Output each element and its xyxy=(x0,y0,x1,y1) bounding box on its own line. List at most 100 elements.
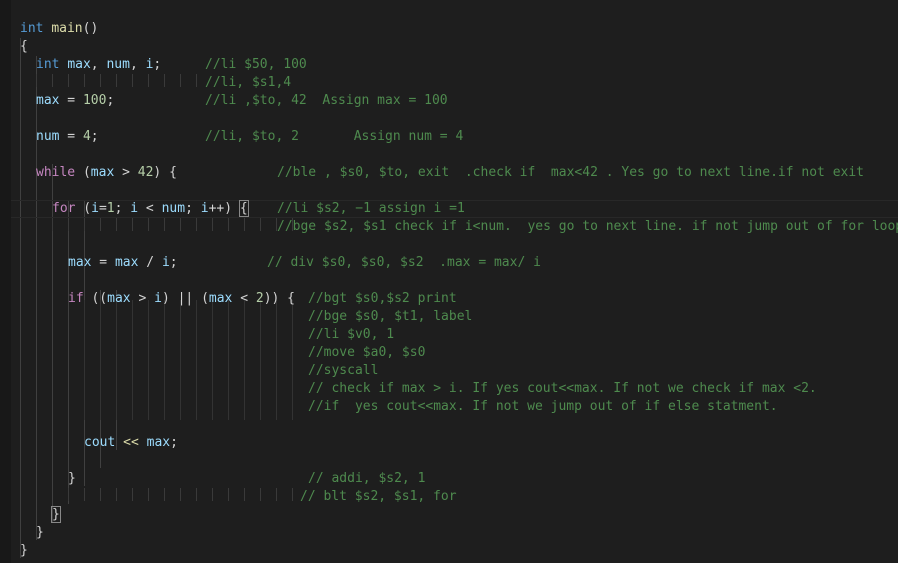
inline-comment: //bge $s2, $s1 check if i<num. yes go to… xyxy=(277,219,898,234)
code-line[interactable]: } xyxy=(0,506,898,524)
inline-comment: //li $s2, −1 assign i =1 xyxy=(277,201,465,216)
token: = xyxy=(98,201,107,216)
code-tokens: cout << max; xyxy=(84,434,178,452)
token: / xyxy=(138,255,162,270)
code-line[interactable]: int main() xyxy=(0,20,898,38)
code-line[interactable]: } // addi, $s2, 1 xyxy=(0,470,898,488)
token: ( xyxy=(193,291,209,306)
token: } xyxy=(68,471,76,486)
token: { xyxy=(20,39,28,54)
token: int xyxy=(20,21,44,36)
inline-comment: //li ,$to, 42 Assign max = 100 xyxy=(205,93,448,108)
token: = xyxy=(59,129,83,144)
token: max xyxy=(67,57,91,72)
code-tokens: int max, num, i; xyxy=(36,56,161,74)
inline-comment: //li $v0, 1 xyxy=(308,327,395,342)
bracket-match: { xyxy=(238,200,249,217)
code-tokens: } xyxy=(36,524,44,542)
token: i xyxy=(200,201,209,216)
code-line[interactable]: for (i=1; i < num; i++) {//li $s2, −1 as… xyxy=(0,200,898,218)
token: ( xyxy=(75,201,92,216)
token: < xyxy=(232,291,256,306)
code-line[interactable] xyxy=(0,272,898,290)
token: ++ xyxy=(208,201,225,216)
code-tokens: while (max > 42) { xyxy=(36,164,177,182)
code-line[interactable]: num = 4; //li, $to, 2 Assign num = 4 xyxy=(0,128,898,146)
code-line[interactable]: // check if max > i. If yes cout<<max. I… xyxy=(0,380,898,398)
token: max xyxy=(68,255,92,270)
inline-comment: //li $50, 100 xyxy=(205,57,307,72)
code-editor[interactable]: int main(){int max, num, i;//li $50, 100… xyxy=(0,0,898,563)
code-line[interactable]: { xyxy=(0,38,898,56)
code-line[interactable] xyxy=(0,146,898,164)
code-line[interactable] xyxy=(0,236,898,254)
code-tokens: max = 100; xyxy=(36,92,114,110)
token: i xyxy=(161,255,170,270)
token: } xyxy=(20,543,28,558)
token: ) xyxy=(224,201,240,216)
token: ; xyxy=(169,255,178,270)
token: 1 xyxy=(106,201,115,216)
code-line[interactable]: max = 100; //li ,$to, 42 Assign max = 100 xyxy=(0,92,898,110)
inline-comment: // addi, $s2, 1 xyxy=(308,471,426,486)
token: () xyxy=(82,21,99,36)
code-tokens: max = max / i; xyxy=(68,254,178,272)
token: , xyxy=(129,57,146,72)
code-line[interactable]: //li $v0, 1 xyxy=(0,326,898,344)
token: ; xyxy=(170,435,178,450)
inline-comment: //bgt $s0,$s2 print xyxy=(308,291,457,306)
token: i xyxy=(154,291,162,306)
token: max xyxy=(114,255,139,270)
inline-comment: //move $a0, $s0 xyxy=(308,345,426,360)
token: while xyxy=(36,165,76,180)
inline-comment: //bge $s0, $t1, label xyxy=(308,309,473,324)
token: << xyxy=(123,435,139,450)
code-line[interactable]: } xyxy=(0,542,898,560)
code-line[interactable]: //li, $s1,4 xyxy=(0,74,898,92)
code-line[interactable]: cout << max; xyxy=(0,434,898,452)
inline-comment: // check if max > i. If yes cout<<max. I… xyxy=(308,381,817,396)
token: cout xyxy=(84,435,116,450)
token: for xyxy=(52,201,76,216)
code-line[interactable]: //bge $s0, $t1, label xyxy=(0,308,898,326)
token: max xyxy=(146,435,171,450)
code-line[interactable]: //bge $s2, $s1 check if i<num. yes go to… xyxy=(0,218,898,236)
code-line[interactable] xyxy=(0,452,898,470)
code-line[interactable]: //move $a0, $s0 xyxy=(0,344,898,362)
token: > xyxy=(130,291,155,306)
inline-comment: //if yes cout<<max. If not we jump out o… xyxy=(308,399,778,414)
token: num xyxy=(36,129,60,144)
code-line[interactable]: //syscall xyxy=(0,362,898,380)
code-line[interactable]: max = max / i; // div $s0, $s0, $s2 .max … xyxy=(0,254,898,272)
code-line[interactable]: //if yes cout<<max. If not we jump out o… xyxy=(0,398,898,416)
token: , xyxy=(90,57,107,72)
token: || xyxy=(177,291,194,306)
token: = xyxy=(91,255,115,270)
token: ; xyxy=(106,93,115,108)
token: 2 xyxy=(255,291,264,306)
token: num xyxy=(106,57,130,72)
code-line[interactable]: } xyxy=(0,524,898,542)
token: num xyxy=(161,201,186,216)
token: } xyxy=(36,525,44,540)
code-line[interactable]: int max, num, i; //li $50, 100 xyxy=(0,56,898,74)
token: )) { xyxy=(263,291,296,306)
code-line[interactable]: // blt $s2, $s1, for xyxy=(0,488,898,506)
token: max xyxy=(208,291,233,306)
inline-comment: //ble , $s0, $to, exit .check if max<42 … xyxy=(277,165,864,180)
code-line[interactable] xyxy=(0,182,898,200)
token: ; xyxy=(153,57,162,72)
code-tokens: } xyxy=(20,542,28,560)
code-surface[interactable]: int main(){int max, num, i;//li $50, 100… xyxy=(0,0,898,563)
code-line[interactable] xyxy=(0,110,898,128)
token: int xyxy=(36,57,60,72)
code-line[interactable] xyxy=(0,416,898,434)
code-tokens: num = 4; xyxy=(36,128,99,146)
code-tokens: { xyxy=(20,38,28,56)
code-line[interactable]: while (max > 42) { //ble , $s0, $to, exit… xyxy=(0,164,898,182)
code-line[interactable]: if ((max > i) || (max < 2)) {//bgt $s0,$… xyxy=(0,290,898,308)
inline-comment: //li, $to, 2 Assign num = 4 xyxy=(205,129,464,144)
token: max xyxy=(90,165,115,180)
